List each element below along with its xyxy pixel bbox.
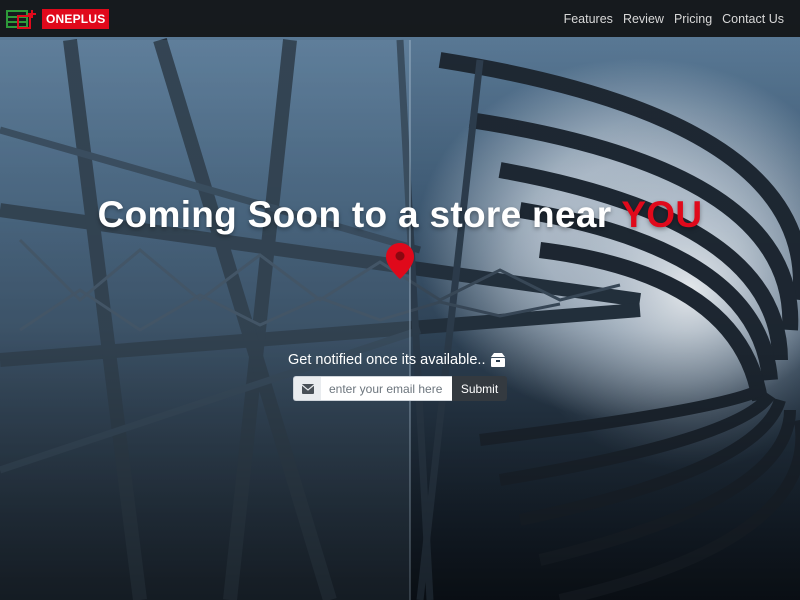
nav-link-review[interactable]: Review xyxy=(623,12,664,26)
top-navbar: ONEPLUS Features Review Pricing Contact … xyxy=(0,0,800,37)
subscribe-form: Submit xyxy=(293,376,507,401)
nav-link-contact-us[interactable]: Contact Us xyxy=(722,12,784,26)
nav-link-features[interactable]: Features xyxy=(564,12,613,26)
brand-name: ONEPLUS xyxy=(42,8,110,29)
box-icon xyxy=(489,352,507,368)
email-input[interactable] xyxy=(321,376,452,401)
submit-button[interactable]: Submit xyxy=(452,376,507,401)
oneplus-logo-icon xyxy=(6,8,38,30)
notify-text: Get notified once its available.. xyxy=(288,352,486,368)
nav-links: Features Review Pricing Contact Us xyxy=(564,12,784,26)
hero-title-accent: YOU xyxy=(621,194,703,235)
hero-title-main: Coming Soon to a store near xyxy=(97,194,622,235)
hero-title: Coming Soon to a store near YOU xyxy=(0,194,800,236)
notify-message: Get notified once its available.. xyxy=(288,352,507,368)
map-pin-icon xyxy=(385,242,415,280)
brand-link[interactable]: ONEPLUS xyxy=(6,8,110,30)
hero-shade xyxy=(0,0,800,600)
envelope-icon xyxy=(293,376,321,401)
nav-link-pricing[interactable]: Pricing xyxy=(674,12,712,26)
